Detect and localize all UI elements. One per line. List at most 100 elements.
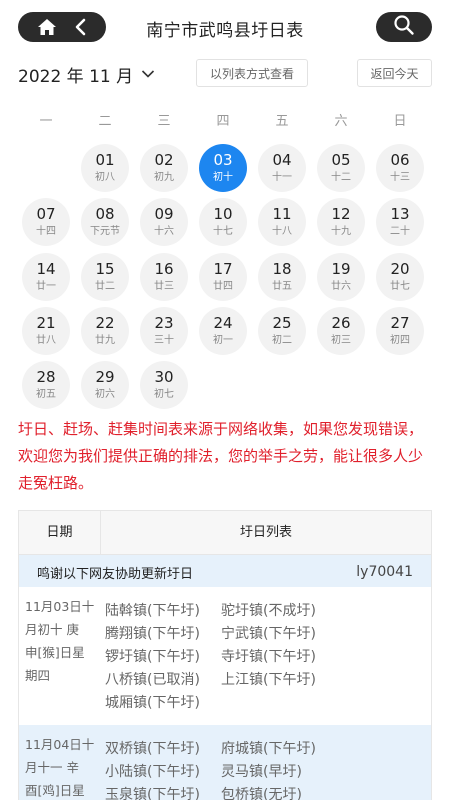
lunar-date: 十八 xyxy=(272,226,292,237)
day-number: 06 xyxy=(390,151,410,169)
row-date-line: 酉[鸡]日星 xyxy=(25,783,85,798)
table-row: 11月03日十 月初十 庚申[猴]日星 期四 陆斡镇(下午圩) 驼圩镇(不成圩) 腾翔镇(… xyxy=(19,587,431,725)
day-number: 04 xyxy=(272,151,292,169)
calendar-day[interactable]: 01 初八 xyxy=(81,144,129,192)
lunar-date: 廿三 xyxy=(154,281,174,292)
table-row: 11月04日十 月十一 辛酉[鸡]日星 双桥镇(下午圩) 府城镇(下午圩) 小陆镇(下午… xyxy=(19,725,431,800)
calendar-day[interactable]: 22 廿九 xyxy=(81,307,129,355)
calendar-day[interactable]: 04 十一 xyxy=(258,144,306,192)
lunar-date: 廿五 xyxy=(272,281,292,292)
day-number: 13 xyxy=(390,205,410,223)
row-date: 11月04日十 月十一 辛酉[鸡]日星 xyxy=(19,725,101,800)
calendar-day[interactable]: 29 初六 xyxy=(81,361,129,409)
calendar-day[interactable]: 28 初五 xyxy=(22,361,70,409)
day-number: 07 xyxy=(36,205,56,223)
calendar-day[interactable]: 25 初二 xyxy=(258,307,306,355)
day-number: 27 xyxy=(390,314,410,332)
thanks-label: 鸣谢以下网友协助更新圩日 xyxy=(37,567,194,582)
market-list: 双桥镇(下午圩) 府城镇(下午圩) 小陆镇(下午圩) 灵马镇(早圩) 玉泉镇(下午圩) 包… xyxy=(105,725,425,800)
calendar-day[interactable]: 18 廿五 xyxy=(258,253,306,301)
calendar-day[interactable]: 23 三十 xyxy=(140,307,188,355)
calendar-day[interactable]: 10 十七 xyxy=(199,198,247,246)
day-number: 22 xyxy=(95,314,115,332)
lunar-date: 十七 xyxy=(213,226,233,237)
day-number: 16 xyxy=(154,260,174,278)
calendar-day[interactable]: 27 初四 xyxy=(376,307,424,355)
lunar-date: 廿四 xyxy=(213,281,233,292)
calendar-day[interactable]: 11 十八 xyxy=(258,198,306,246)
row-date: 11月03日十 月初十 庚申[猴]日星 期四 xyxy=(19,587,101,687)
lunar-date: 初十 xyxy=(213,172,233,183)
market-table: 日期 圩日列表 鸣谢以下网友协助更新圩日 ly70041 11月03日十 月初十 … xyxy=(18,510,432,800)
lunar-date: 初一 xyxy=(213,335,233,346)
calendar-day[interactable]: 15 廿二 xyxy=(81,253,129,301)
market-column-header: 圩日列表 xyxy=(239,525,292,540)
calendar-day[interactable]: 21 廿八 xyxy=(22,307,70,355)
calendar-day[interactable]: 09 十六 xyxy=(140,198,188,246)
day-number: 12 xyxy=(331,205,351,223)
market-item: 锣圩镇(下午圩) xyxy=(105,649,200,665)
lunar-date: 下元节 xyxy=(90,226,120,237)
lunar-date: 初五 xyxy=(36,389,56,400)
row-date-line: 月十一 辛 xyxy=(25,760,79,775)
lunar-date: 初三 xyxy=(331,335,351,346)
calendar-day[interactable]: 17 廿四 xyxy=(199,253,247,301)
calendar-day[interactable]: 19 廿六 xyxy=(317,253,365,301)
day-number: 01 xyxy=(95,151,115,169)
row-date-line: 月初十 庚 xyxy=(25,622,79,637)
day-number: 26 xyxy=(331,314,351,332)
calendar-day[interactable]: 06 十三 xyxy=(376,144,424,192)
notice-text: 圩日、赶场、赶集时间表来源于网络收集，如果您发现错误，欢迎您为我们提供正确的排法… xyxy=(18,420,424,492)
contributor-name[interactable]: ly70041 xyxy=(356,564,413,580)
calendar-day[interactable]: 05 十二 xyxy=(317,144,365,192)
lunar-date: 初六 xyxy=(95,389,115,400)
market-item: 城厢镇(下午圩) xyxy=(105,695,200,711)
market-item: 玉泉镇(下午圩) xyxy=(105,787,200,800)
lunar-date: 廿七 xyxy=(390,281,410,292)
day-number: 25 xyxy=(272,314,292,332)
lunar-date: 廿八 xyxy=(36,335,56,346)
calendar-day[interactable]: 26 初三 xyxy=(317,307,365,355)
market-item: 腾翔镇(下午圩) xyxy=(105,626,200,642)
calendar-day[interactable]: 30 初七 xyxy=(140,361,188,409)
day-number: 11 xyxy=(272,205,292,223)
market-item: 八桥镇(已取消) xyxy=(105,672,200,688)
market-item: 宁武镇(下午圩) xyxy=(221,626,316,642)
day-number: 03 xyxy=(213,151,233,169)
calendar-day[interactable]: 02 初九 xyxy=(140,144,188,192)
lunar-date: 十一 xyxy=(272,172,292,183)
day-number: 05 xyxy=(331,151,351,169)
calendar-day[interactable]: 07 十四 xyxy=(22,198,70,246)
day-number: 20 xyxy=(390,260,410,278)
day-number: 09 xyxy=(154,205,174,223)
day-number: 15 xyxy=(95,260,115,278)
day-number: 29 xyxy=(95,368,115,386)
calendar-day[interactable]: 12 十九 xyxy=(317,198,365,246)
calendar-day-selected[interactable]: 03 初十 xyxy=(199,144,247,192)
day-number: 28 xyxy=(36,368,56,386)
lunar-date: 廿六 xyxy=(331,281,351,292)
calendar-day[interactable]: 14 廿一 xyxy=(22,253,70,301)
lunar-date: 廿一 xyxy=(36,281,56,292)
calendar-day[interactable]: 16 廿三 xyxy=(140,253,188,301)
day-number: 30 xyxy=(154,368,174,386)
lunar-date: 十三 xyxy=(390,172,410,183)
thanks-row: 鸣谢以下网友协助更新圩日 ly70041 xyxy=(19,555,431,587)
lunar-date: 十二 xyxy=(331,172,351,183)
market-list: 陆斡镇(下午圩) 驼圩镇(不成圩) 腾翔镇(下午圩) 宁武镇(下午圩) 锣圩镇(下午圩)… xyxy=(105,587,425,715)
table-body: 11月03日十 月初十 庚申[猴]日星 期四 陆斡镇(下午圩) 驼圩镇(不成圩) 腾翔镇(… xyxy=(19,587,431,800)
market-item: 双桥镇(下午圩) xyxy=(105,741,200,757)
market-item: 府城镇(下午圩) xyxy=(221,741,316,757)
day-number: 17 xyxy=(213,260,233,278)
calendar-day[interactable]: 24 初一 xyxy=(199,307,247,355)
lunar-date: 初九 xyxy=(154,172,174,183)
calendar-grid: 01 初八 02 初九 03 初十 04 十一 05 十二 06 十三 07 十四 08 下元节 09 十六 10 十… xyxy=(0,0,450,420)
calendar-day[interactable]: 20 廿七 xyxy=(376,253,424,301)
day-number: 14 xyxy=(36,260,56,278)
calendar-day[interactable]: 13 二十 xyxy=(376,198,424,246)
lunar-date: 廿九 xyxy=(95,335,115,346)
lunar-date: 廿二 xyxy=(95,281,115,292)
market-item: 陆斡镇(下午圩) xyxy=(105,603,200,619)
calendar-day[interactable]: 08 下元节 xyxy=(81,198,129,246)
market-item: 寺圩镇(下午圩) xyxy=(221,649,316,665)
